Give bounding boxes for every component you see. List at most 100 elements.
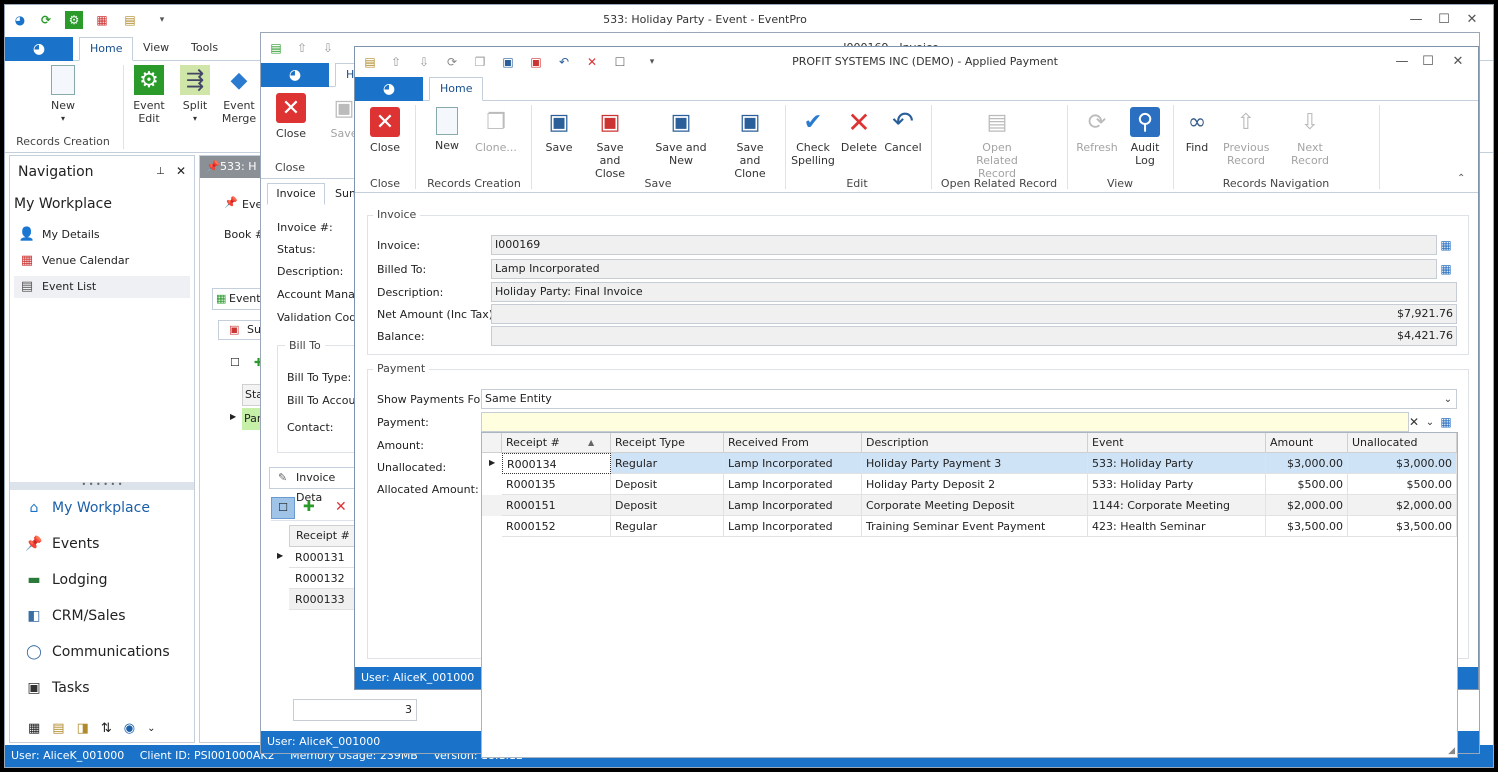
lookup-icon[interactable]: ▦ (1437, 236, 1455, 254)
new-icon[interactable]: ☐ (230, 356, 240, 369)
receipt-row[interactable]: R000132 (289, 568, 359, 589)
notepad-icon[interactable]: ▤ (121, 11, 139, 29)
up-icon[interactable]: ⇧ (387, 53, 405, 71)
col-header-unallocated[interactable]: Unallocated (1348, 433, 1457, 453)
splitter-handle[interactable]: • • • • • • (10, 481, 194, 490)
table-row[interactable]: ▶ R000134 Regular Lamp Incorporated Holi… (482, 453, 1457, 474)
new-icon[interactable]: ☐ (611, 53, 629, 71)
close-icon[interactable]: ✕ (176, 164, 186, 178)
save-button[interactable]: ▣ Save (539, 107, 579, 154)
resize-grip-icon[interactable]: ◢ (1448, 746, 1455, 756)
contacts-icon[interactable]: ◨ (77, 721, 89, 736)
up-icon[interactable]: ⇧ (293, 39, 311, 57)
pin-icon[interactable]: ⊥ (156, 166, 165, 177)
sort-icon[interactable]: ⇅ (101, 721, 112, 736)
add-icon[interactable]: ✚ (303, 499, 315, 515)
new-button[interactable]: New ▾ (43, 65, 83, 125)
col-header-receipt-type[interactable]: Receipt Type (611, 433, 724, 453)
customize-qat-icon[interactable]: ▾ (643, 53, 661, 71)
file-menu-button[interactable]: ◕ (5, 37, 73, 61)
cancel-button[interactable]: ↶ Cancel (883, 107, 923, 155)
refresh-button[interactable]: ⟳ Refresh (1075, 107, 1119, 154)
big-nav-tasks[interactable]: ▣ Tasks (24, 674, 89, 702)
delete-icon[interactable]: ✕ (335, 499, 347, 515)
audit-log-button[interactable]: ⚲ Audit Log (1123, 107, 1167, 167)
close-button[interactable]: ✕ Close (271, 93, 311, 140)
clone-button[interactable]: ❐ Clone... (471, 107, 521, 154)
tab-home[interactable]: Home (79, 37, 134, 61)
file-menu-button[interactable]: ◕ (355, 77, 423, 101)
lookup-icon[interactable]: ▦ (1437, 413, 1455, 431)
lookup-icon[interactable]: ▦ (1437, 260, 1455, 278)
collapse-ribbon-icon[interactable]: ⌃ (1457, 173, 1465, 184)
next-record-button[interactable]: ⇩ Next Record (1277, 107, 1343, 167)
nav-item-my-details[interactable]: 👤 My Details (18, 224, 100, 246)
minimize-icon[interactable]: — (1391, 53, 1413, 71)
chevron-down-icon[interactable]: ⌄ (147, 723, 155, 734)
delete-icon[interactable]: ✕ (583, 53, 601, 71)
tab-tools[interactable]: Tools (181, 37, 228, 61)
down-icon[interactable]: ⇩ (319, 39, 337, 57)
table-row[interactable]: R000135 Deposit Lamp Incorporated Holida… (482, 474, 1457, 495)
close-icon[interactable]: ✕ (1447, 53, 1469, 71)
col-header-received-from[interactable]: Received From (724, 433, 862, 453)
globe-icon[interactable]: ◉ (124, 721, 135, 736)
chevron-down-icon[interactable]: ⌄ (1439, 390, 1457, 408)
previous-record-button[interactable]: ⇧ Previous Record (1221, 107, 1271, 167)
customize-qat-icon[interactable]: ▾ (153, 11, 171, 29)
show-payments-select[interactable]: Same Entity (481, 389, 1457, 409)
minimize-icon[interactable]: — (1405, 11, 1427, 29)
big-nav-lodging[interactable]: ▬ Lodging (24, 566, 107, 594)
maximize-icon[interactable]: ☐ (1417, 53, 1439, 71)
nav-item-event-list[interactable]: ▤ Event List (14, 276, 190, 298)
tab-home[interactable]: Home (429, 77, 484, 101)
big-nav-communications[interactable]: ◯ Communications (24, 638, 169, 666)
sort-asc-icon: ▲ (588, 438, 595, 447)
new-button[interactable]: New (427, 107, 467, 152)
refresh-icon[interactable]: ⟳ (443, 53, 461, 71)
split-button[interactable]: ⇶ Split ▾ (175, 65, 215, 125)
invoice-details-tab[interactable]: ✎ Invoice Deta (269, 467, 359, 504)
save-and-close-button[interactable]: ▣ Save and Close (583, 107, 637, 180)
close-icon[interactable]: ✕ (1461, 11, 1483, 29)
col-header-receipt[interactable]: Receipt # ▲ (502, 433, 611, 453)
table-row[interactable]: R000152 Regular Lamp Incorporated Traini… (482, 516, 1457, 537)
col-header-amount[interactable]: Amount (1266, 433, 1348, 453)
event-merge-button[interactable]: ◆ Event Merge (219, 65, 259, 125)
save-close-icon[interactable]: ▣ (527, 53, 545, 71)
col-header-description[interactable]: Description (862, 433, 1088, 453)
invoice-tab[interactable]: Invoice (267, 183, 325, 205)
delete-button[interactable]: ✕ Delete (839, 107, 879, 154)
save-and-clone-button[interactable]: ▣ Save and Clone (725, 107, 775, 180)
save-icon[interactable]: ▣ (499, 53, 517, 71)
col-header-event[interactable]: Event (1088, 433, 1266, 453)
file-menu-button[interactable]: ◕ (261, 63, 329, 87)
save-and-new-button[interactable]: ▣ Save and New (643, 107, 719, 167)
big-nav-crm-sales[interactable]: ◧ CRM/Sales (24, 602, 125, 630)
receipt-row[interactable]: R000131 (289, 547, 359, 568)
gear-icon[interactable]: ⚙ (65, 11, 83, 29)
cell-receipt: R000152 (502, 516, 611, 537)
open-related-record-button[interactable]: ▤ Open Related Record (955, 107, 1039, 180)
clone-icon[interactable]: ❐ (471, 53, 489, 71)
big-nav-events[interactable]: 📌 Events (24, 530, 99, 558)
payment-field[interactable] (481, 412, 1409, 432)
summary-tab[interactable]: Sum (327, 185, 360, 205)
big-nav-my-workplace[interactable]: ⌂ My Workplace (24, 494, 150, 522)
undo-icon[interactable]: ↶ (555, 53, 573, 71)
table-row[interactable]: R000151 Deposit Lamp Incorporated Corpor… (482, 495, 1457, 516)
refresh-icon[interactable]: ⟳ (37, 11, 55, 29)
check-spelling-button[interactable]: ✔ Check Spelling (789, 107, 837, 167)
receipt-row[interactable]: R000133 (289, 589, 359, 610)
tab-view[interactable]: View (133, 37, 179, 61)
new-icon[interactable]: ☐ (271, 497, 295, 519)
calculator-icon[interactable]: ▦ (28, 721, 40, 736)
calendar-icon[interactable]: ▦ (93, 11, 111, 29)
nav-item-venue-calendar[interactable]: ▦ Venue Calendar (18, 250, 129, 272)
event-edit-button[interactable]: ⚙ Event Edit (129, 65, 169, 125)
close-button[interactable]: ✕ Close (365, 107, 405, 154)
find-button[interactable]: ∞ Find (1177, 107, 1217, 154)
maximize-icon[interactable]: ☐ (1433, 11, 1455, 29)
notepad-icon[interactable]: ▤ (52, 721, 64, 736)
down-icon[interactable]: ⇩ (415, 53, 433, 71)
